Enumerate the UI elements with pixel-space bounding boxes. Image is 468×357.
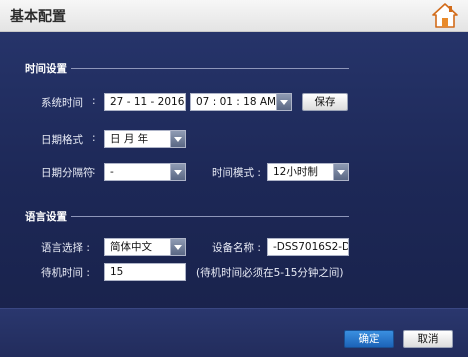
standby-time-label: 待机时间 :	[41, 267, 90, 279]
cancel-button[interactable]: 取消	[403, 330, 453, 348]
chevron-down-icon[interactable]	[333, 164, 348, 180]
language-select[interactable]: 简体中文	[104, 238, 186, 256]
save-button[interactable]: 保存	[302, 93, 348, 111]
title-bar: 基本配置	[0, 0, 468, 32]
language-label: 语言选择 :	[41, 242, 90, 254]
standby-time-field[interactable]: 15	[104, 263, 186, 281]
date-separator-value: -	[110, 166, 114, 178]
date-format-label: 日期格式	[41, 134, 83, 146]
system-time-label: 系统时间	[41, 97, 83, 109]
time-field-value: 07 : 01 : 18 AM	[196, 96, 277, 108]
basic-config-window: 基本配置 时间设置 系统时间 : 27 - 11 - 2016 07 : 01 …	[0, 0, 468, 357]
date-format-value: 日 月 年	[110, 133, 149, 145]
time-mode-select[interactable]: 12小时制	[267, 163, 349, 181]
device-name-label: 设备名称 :	[212, 242, 261, 254]
time-field[interactable]: 07 : 01 : 18 AM	[190, 93, 292, 111]
language-section-divider	[71, 216, 349, 217]
date-format-colon: :	[92, 132, 96, 144]
time-section-divider	[71, 68, 349, 69]
window-title: 基本配置	[10, 9, 66, 25]
date-field[interactable]: 27 - 11 - 2016	[104, 93, 186, 111]
chevron-down-icon[interactable]	[170, 239, 185, 255]
ok-button[interactable]: 确定	[344, 330, 394, 348]
date-separator-label: 日期分隔符	[41, 167, 94, 179]
device-name-field[interactable]: -DSS7016S2-DR	[267, 238, 349, 256]
standby-time-hint: (待机时间必须在5-15分钟之间)	[196, 267, 344, 279]
date-separator-colon: :	[92, 165, 96, 177]
language-section-title: 语言设置	[25, 211, 67, 223]
time-mode-label: 时间模式 :	[212, 167, 261, 179]
time-mode-value: 12小时制	[273, 166, 318, 178]
time-section-title: 时间设置	[25, 63, 67, 75]
chevron-down-icon[interactable]	[170, 131, 185, 147]
date-format-select[interactable]: 日 月 年	[104, 130, 186, 148]
chevron-down-icon[interactable]	[276, 94, 291, 110]
date-separator-select[interactable]: -	[104, 163, 186, 181]
language-value: 简体中文	[110, 241, 152, 253]
chevron-down-icon[interactable]	[170, 164, 185, 180]
home-icon[interactable]	[432, 3, 458, 28]
system-time-colon: :	[92, 95, 96, 107]
footer-bar	[0, 308, 468, 357]
